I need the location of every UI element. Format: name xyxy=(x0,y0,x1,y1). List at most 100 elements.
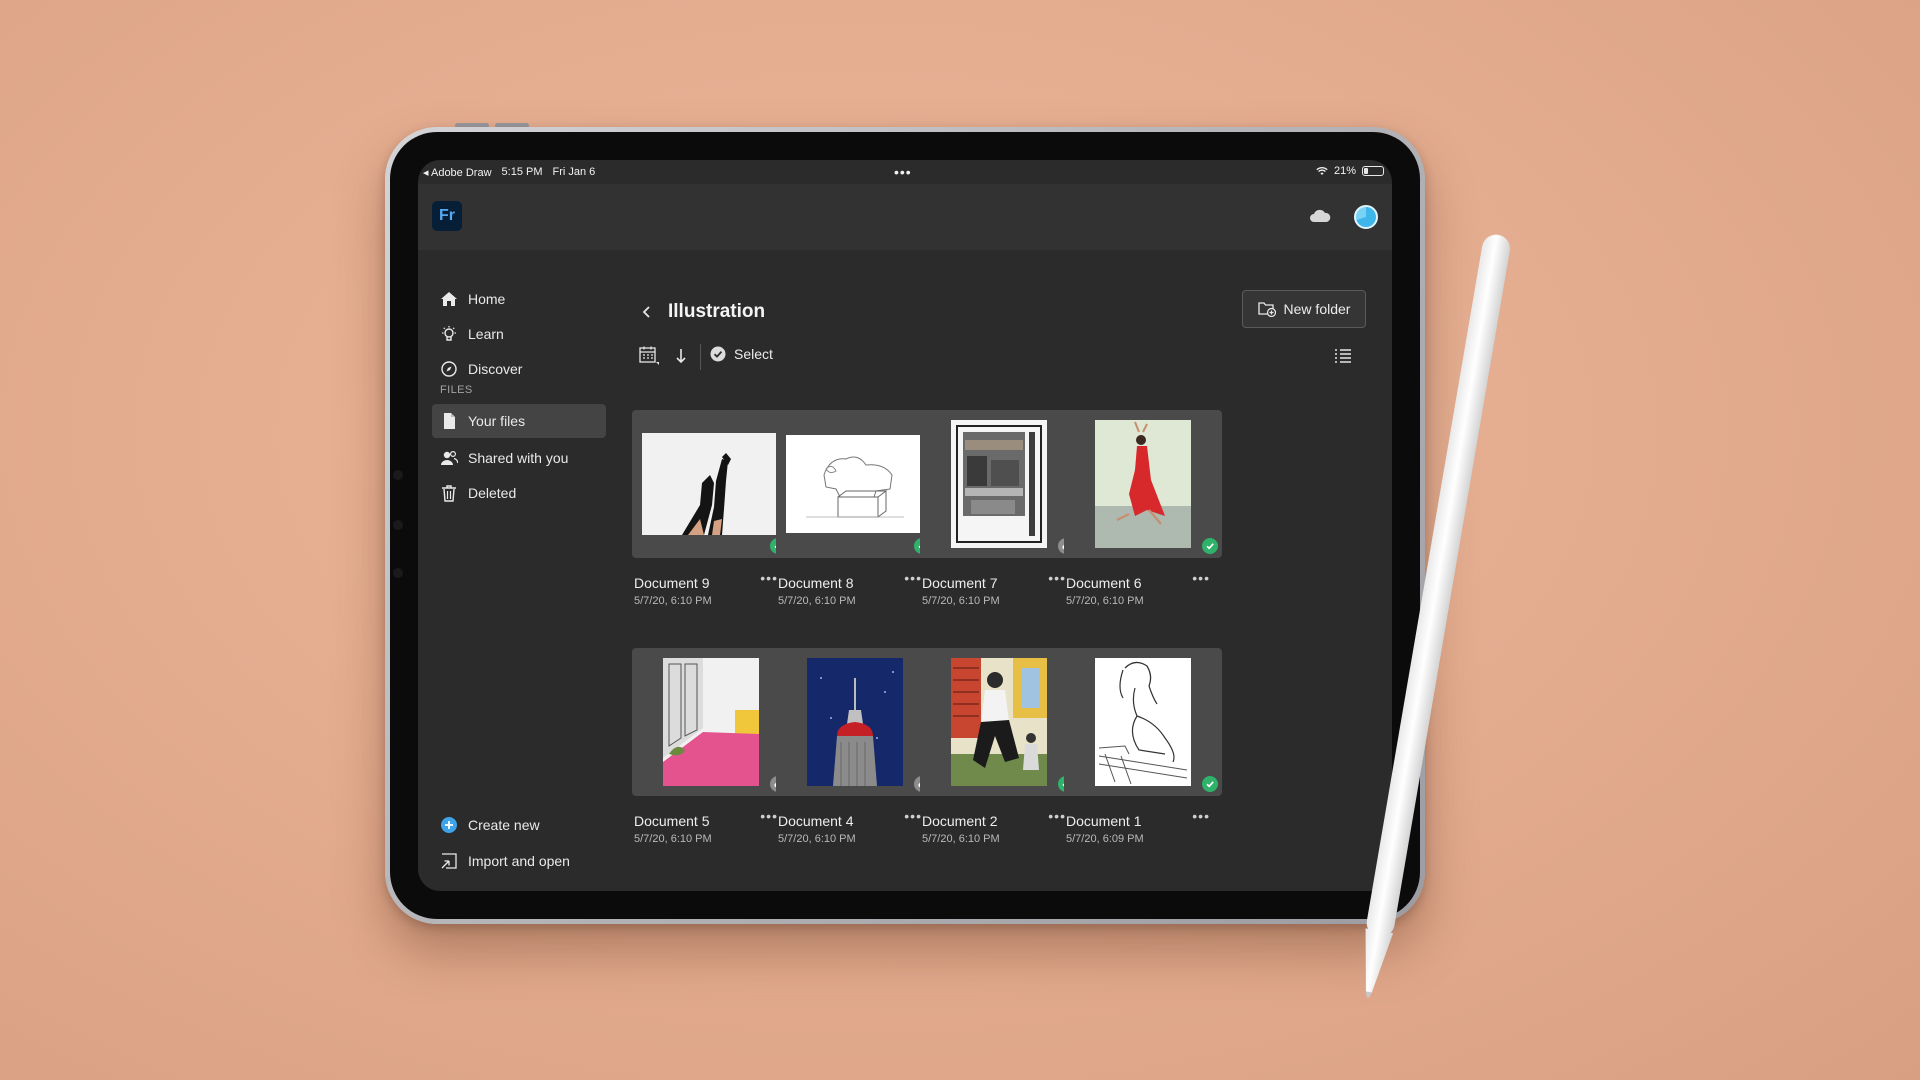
synced-check-icon xyxy=(1202,538,1218,554)
status-bar: ◂ Adobe Draw 5:15 PM Fri Jan 6 ••• 21% xyxy=(418,160,1392,184)
sidebar-item-label: Your files xyxy=(468,413,526,429)
document-name: Document 1 xyxy=(1066,813,1142,829)
select-label: Select xyxy=(734,346,773,362)
magnetic-connector xyxy=(393,470,403,480)
document-date: 5/7/20, 6:09 PM xyxy=(1066,833,1144,845)
artwork-legs-thumbnail xyxy=(642,433,780,535)
artwork-lion-sketch-thumbnail xyxy=(786,435,924,533)
compass-icon xyxy=(441,361,457,377)
document-date: 5/7/20, 6:10 PM xyxy=(634,595,712,607)
magnetic-connector xyxy=(393,520,403,530)
toolbar-divider xyxy=(700,344,701,370)
more-options-icon[interactable]: ••• xyxy=(1048,570,1066,586)
synced-check-icon xyxy=(1202,776,1218,792)
document-thumbnail[interactable] xyxy=(776,648,934,796)
new-folder-label: New folder xyxy=(1283,301,1351,317)
battery-percent: 21% xyxy=(1333,165,1356,177)
scrolled-row-remnant: ▪▪▪▪▪ ▪▪▪▪ ▪ ▪▪▪▪▪ ▪▪▪▪ ▪ ▪▪▪▪▪ ▪▪▪▪ ▪ ▪… xyxy=(632,374,1372,380)
sidebar-item-learn[interactable]: Learn xyxy=(432,315,606,353)
more-options-icon[interactable]: ••• xyxy=(904,808,922,824)
sidebar-item-shared-with-you[interactable]: Shared with you xyxy=(432,439,606,477)
back-to-app-link[interactable]: ◂ Adobe Draw xyxy=(423,166,492,179)
import-and-open-button[interactable]: Import and open xyxy=(432,842,606,880)
app-header: Fr xyxy=(418,184,1392,250)
document-card[interactable]: Document 1 5/7/20, 6:09 PM ••• xyxy=(1064,648,1222,845)
artwork-empire-state-night-thumbnail xyxy=(807,658,903,786)
document-name: Document 9 xyxy=(634,575,710,591)
app-logo[interactable]: Fr xyxy=(432,201,462,231)
multitasking-dots[interactable]: ••• xyxy=(894,164,912,180)
document-thumbnail[interactable] xyxy=(776,410,934,558)
main-content: Illustration New folder Select ▪▪▪▪▪ ▪▪▪… xyxy=(618,250,1392,891)
new-folder-button[interactable]: New folder xyxy=(1242,290,1366,328)
more-options-icon[interactable]: ••• xyxy=(904,570,922,586)
sidebar-item-label: Learn xyxy=(468,326,504,342)
files-toolbar: Select xyxy=(638,340,1368,372)
document-thumbnail[interactable] xyxy=(1064,648,1222,796)
document-name: Document 7 xyxy=(922,575,998,591)
document-card[interactable]: Document 5 5/7/20, 6:10 PM ••• xyxy=(632,648,790,845)
document-date: 5/7/20, 6:10 PM xyxy=(778,595,856,607)
document-date: 5/7/20, 6:10 PM xyxy=(922,833,1000,845)
avatar[interactable] xyxy=(1354,205,1378,229)
wifi-icon xyxy=(1316,167,1328,175)
document-date: 5/7/20, 6:10 PM xyxy=(778,833,856,845)
list-view-icon[interactable] xyxy=(1334,348,1352,364)
artwork-seated-woman-city-thumbnail xyxy=(951,658,1047,786)
document-date: 5/7/20, 6:10 PM xyxy=(922,595,1000,607)
artwork-pink-carpet-room-thumbnail xyxy=(663,658,759,786)
document-name: Document 4 xyxy=(778,813,854,829)
shared-users-icon xyxy=(441,450,458,465)
document-card[interactable]: Document 2 5/7/20, 6:10 PM ••• xyxy=(920,648,1078,845)
artwork-woman-line-sketch-thumbnail xyxy=(1095,658,1191,786)
more-options-icon[interactable]: ••• xyxy=(760,570,778,586)
document-card[interactable]: Document 8 5/7/20, 6:10 PM ••• xyxy=(776,410,934,607)
document-name: Document 8 xyxy=(778,575,854,591)
file-icon xyxy=(444,413,455,429)
more-options-icon[interactable]: ••• xyxy=(1048,808,1066,824)
create-new-button[interactable]: Create new xyxy=(432,806,606,844)
document-thumbnail[interactable] xyxy=(920,410,1078,558)
sidebar-item-discover[interactable]: Discover xyxy=(432,350,606,388)
create-new-label: Create new xyxy=(468,817,540,833)
status-date: Fri Jan 6 xyxy=(552,166,596,178)
document-thumbnail[interactable] xyxy=(1064,410,1222,558)
sidebar-item-deleted[interactable]: Deleted xyxy=(432,474,606,512)
sidebar: Home Learn Discover FILES Your files Sha… xyxy=(418,250,618,891)
artwork-cafe-window-thumbnail xyxy=(951,420,1047,548)
document-name: Document 5 xyxy=(634,813,710,829)
battery-icon xyxy=(1362,166,1384,176)
lightbulb-icon xyxy=(442,326,456,341)
cloud-icon[interactable] xyxy=(1308,206,1332,226)
document-card[interactable]: Document 4 5/7/20, 6:10 PM ••• xyxy=(776,648,934,845)
document-card[interactable]: Document 6 5/7/20, 6:10 PM ••• xyxy=(1064,410,1222,607)
more-options-icon[interactable]: ••• xyxy=(1192,808,1210,824)
more-options-icon[interactable]: ••• xyxy=(1192,570,1210,586)
document-thumbnail[interactable] xyxy=(632,648,790,796)
document-card[interactable]: Document 9 5/7/20, 6:10 PM ••• xyxy=(632,410,790,607)
document-card[interactable]: Document 7 5/7/20, 6:10 PM ••• xyxy=(920,410,1078,607)
more-options-icon[interactable]: ••• xyxy=(760,808,778,824)
document-name: Document 6 xyxy=(1066,575,1142,591)
back-app-name: Adobe Draw xyxy=(430,167,492,179)
import-and-open-label: Import and open xyxy=(468,853,570,869)
document-date: 5/7/20, 6:10 PM xyxy=(1066,595,1144,607)
sidebar-item-label: Shared with you xyxy=(468,450,569,466)
sidebar-item-home[interactable]: Home xyxy=(432,280,606,318)
select-button[interactable]: Select xyxy=(710,346,773,362)
document-thumbnail[interactable] xyxy=(920,648,1078,796)
sidebar-item-your-files[interactable]: Your files xyxy=(432,404,606,438)
back-chevron-icon[interactable] xyxy=(640,305,654,319)
calendar-sort-icon[interactable] xyxy=(638,345,660,367)
ipad-screen: ◂ Adobe Draw 5:15 PM Fri Jan 6 ••• 21% F… xyxy=(418,160,1392,891)
sort-direction-icon[interactable] xyxy=(674,347,688,365)
magnetic-connector xyxy=(393,568,403,578)
new-folder-icon xyxy=(1257,302,1276,317)
import-icon xyxy=(441,853,457,869)
home-icon xyxy=(441,292,457,306)
artwork-red-dress-dancer-thumbnail xyxy=(1095,420,1191,548)
document-thumbnail[interactable] xyxy=(632,410,790,558)
sidebar-item-label: Home xyxy=(468,291,506,307)
status-time: 5:15 PM xyxy=(501,166,543,178)
checkmark-circle-icon xyxy=(710,346,726,362)
